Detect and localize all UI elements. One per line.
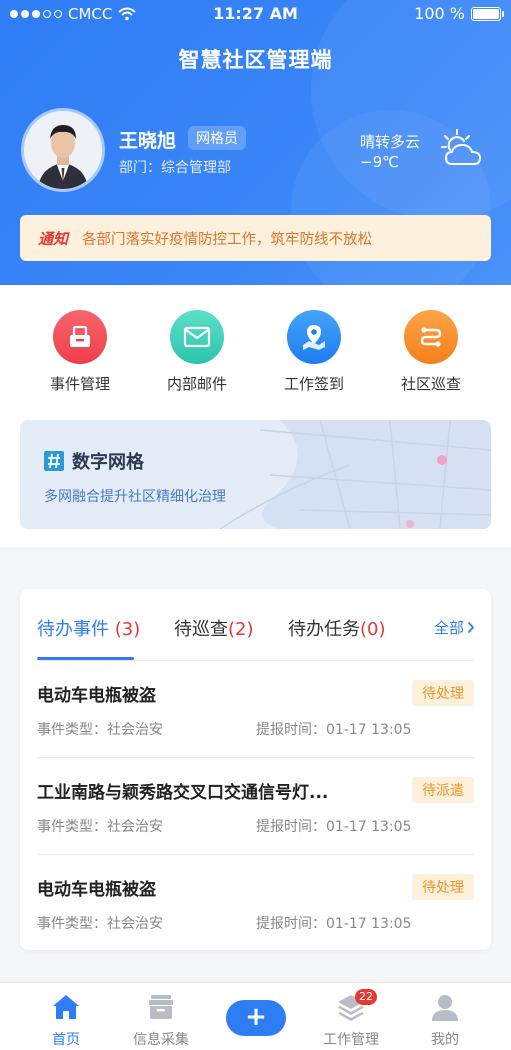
archive-icon: [149, 995, 173, 1019]
weather-condition: 晴转多云: [360, 133, 421, 151]
active-tab-indicator: [37, 657, 134, 660]
task-title: 电动车电瓶被盗: [37, 686, 156, 706]
route-icon: [404, 310, 458, 364]
mail-icon: [170, 310, 224, 364]
add-button[interactable]: +: [226, 1000, 286, 1036]
task-type: 事件类型：社会治安: [37, 819, 163, 835]
header: CMCC 11:27 AM 100 % 智慧社区管理端 王晓旭 网格员 部门：综…: [0, 0, 511, 285]
task-title: 电动车电瓶被盗: [37, 880, 156, 900]
notice-bar[interactable]: 通知 各部门落实好疫情防控工作，筑牢防线不放松: [20, 215, 491, 261]
notice-tag: 通知: [38, 229, 69, 248]
digital-grid-card[interactable]: 数字网格 多网融合提升社区精细化治理: [20, 420, 491, 529]
nav-work-management[interactable]: 22 工作管理: [311, 989, 391, 1049]
view-all-link[interactable]: 全部: [434, 617, 475, 638]
func-work-checkin[interactable]: 工作签到: [269, 310, 359, 394]
avatar[interactable]: [21, 108, 105, 192]
func-community-patrol[interactable]: 社区巡查: [386, 310, 476, 394]
func-label: 内部邮件: [166, 375, 227, 393]
chevron-right-icon: [467, 621, 475, 634]
cloudy-sun-icon: [441, 129, 482, 165]
tab-pending-events[interactable]: 待办事件 (3): [37, 615, 140, 641]
task-time: 提报时间：01-17 13:05: [256, 819, 412, 835]
tab-pending-patrol[interactable]: 待巡查(2): [174, 615, 254, 641]
nav-info-collect[interactable]: 信息采集: [121, 993, 201, 1049]
nav-label: 首页: [52, 1032, 80, 1048]
notification-badge: 22: [355, 989, 377, 1005]
nav-label: 我的: [431, 1032, 459, 1048]
digital-grid-heading: 数字网格: [44, 448, 144, 474]
task-card: 待办事件 (3) 待巡查(2) 待办任务(0) 全部 电动车电瓶被盗 待处理 事…: [20, 589, 491, 950]
battery-icon: [471, 6, 504, 21]
user-department: 部门：综合管理部: [119, 160, 231, 176]
func-internal-mail[interactable]: 内部邮件: [152, 310, 242, 394]
user-icon: [432, 995, 458, 1021]
map-pin-icon: [287, 310, 341, 364]
grid-icon: [44, 451, 64, 471]
role-badge: 网格员: [188, 126, 246, 150]
task-time: 提报时间：01-17 13:05: [256, 916, 412, 932]
map-background: [20, 420, 491, 529]
task-item[interactable]: 工业南路与颖秀路交叉口交通信号灯... 待派遣 事件类型：社会治安 提报时间：0…: [37, 758, 474, 855]
task-item[interactable]: 电动车电瓶被盗 待处理 事件类型：社会治安 提报时间：01-17 13:05: [37, 661, 474, 758]
task-type: 事件类型：社会治安: [37, 722, 163, 738]
bottom-nav: 首页 信息采集 + 22 工作管理 我的: [0, 982, 511, 1050]
task-status-badge: 待处理: [412, 874, 474, 900]
tab-pending-tasks[interactable]: 待办任务(0): [288, 615, 386, 641]
notice-text: 各部门落实好疫情防控工作，筑牢防线不放松: [82, 231, 373, 248]
func-label: 工作签到: [283, 375, 344, 393]
event-icon: [53, 310, 107, 364]
task-item[interactable]: 电动车电瓶被盗 待处理 事件类型：社会治安 提报时间：01-17 13:05: [37, 855, 474, 952]
func-label: 事件管理: [49, 375, 110, 393]
task-time: 提报时间：01-17 13:05: [256, 722, 412, 738]
func-label: 社区巡查: [400, 375, 461, 393]
digital-grid-title: 数字网格: [72, 452, 144, 473]
app-title: 智慧社区管理端: [178, 48, 333, 72]
home-icon: [53, 995, 79, 1019]
status-bar: CMCC 11:27 AM 100 %: [0, 0, 511, 28]
digital-grid-subtitle: 多网融合提升社区精细化治理: [44, 489, 226, 505]
nav-label: 信息采集: [133, 1032, 189, 1048]
task-status-badge: 待处理: [412, 680, 474, 706]
nav-label: 工作管理: [323, 1032, 379, 1048]
func-event-management[interactable]: 事件管理: [35, 310, 125, 394]
nav-home[interactable]: 首页: [26, 993, 106, 1049]
task-status-badge: 待派遣: [412, 777, 474, 803]
user-name: 王晓旭: [119, 130, 177, 152]
nav-me[interactable]: 我的: [405, 993, 485, 1049]
weather-temperature: −9℃: [360, 153, 399, 171]
task-type: 事件类型：社会治安: [37, 916, 163, 932]
battery-percent: 100 %: [414, 4, 465, 23]
task-title: 工业南路与颖秀路交叉口交通信号灯...: [37, 783, 329, 803]
